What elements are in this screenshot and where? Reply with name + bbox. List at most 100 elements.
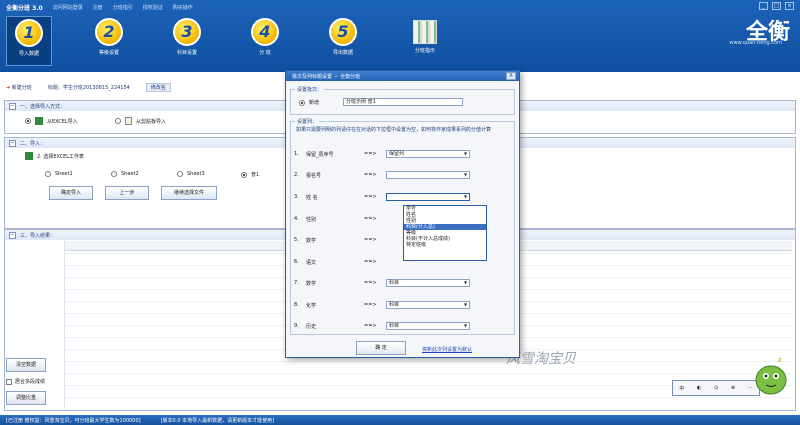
import-paste-label: 从剪贴板导入 xyxy=(136,118,167,125)
radio-sheet1[interactable] xyxy=(45,171,51,177)
tool-export[interactable]: 5 导出数据 xyxy=(320,16,366,66)
target-select-value: 科目 xyxy=(389,302,400,308)
tool-guide[interactable]: 分班指示 xyxy=(402,16,448,66)
batch-fieldset: 设置批次： 新增 分班示例 普1 xyxy=(290,86,515,115)
column-map-row: 9. 历史 ==> 科目 ▼ xyxy=(294,319,484,333)
import-buttons: 确定导入 上一步 继续选择文件 xyxy=(49,186,217,200)
source-column: 历史 xyxy=(306,323,317,330)
save-default-link[interactable]: 将新此次列设置为默认 xyxy=(422,346,472,353)
link-guide[interactable]: 分班指引 xyxy=(113,4,133,11)
add-icon[interactable]: ⊕ xyxy=(731,385,735,391)
row-number: 8. xyxy=(294,302,299,308)
sheet-option-4[interactable]: 普1 xyxy=(241,171,259,178)
target-select-value: 科目 xyxy=(389,323,400,329)
link-register[interactable]: 注册 xyxy=(93,4,103,11)
dialog-titlebar[interactable]: 批次及列标题设置 － 全衡分班 X xyxy=(286,71,519,81)
dialog-ok-button[interactable]: 确 定 xyxy=(356,341,406,355)
step-3-icon: 3 xyxy=(173,18,201,46)
target-select[interactable]: 科目 ▼ xyxy=(386,301,470,309)
import-excel-option[interactable]: 从EXCEL导入 xyxy=(25,117,78,125)
dropdown-option[interactable]: 特定班级 xyxy=(404,242,486,248)
status-right: [版本0.0 本地导入最新数据，请更新版本才能使用] xyxy=(160,417,275,424)
collapse-icon[interactable]: − xyxy=(9,102,16,110)
collapse-icon[interactable]: − xyxy=(9,231,16,239)
source-column: 报名号 xyxy=(306,172,322,179)
target-dropdown-list: 学号 姓名 性别 科目(计入总) 等级 科目(不计入总成绩) 特定班级 xyxy=(403,205,487,261)
column-map-row: 8. 化学 ==> 科目 ▼ xyxy=(294,298,484,312)
tool-split[interactable]: 4 分 班 xyxy=(242,16,288,66)
radio-sheet3[interactable] xyxy=(177,171,183,177)
row-number: 6. xyxy=(294,259,299,265)
dialog-close-button[interactable]: X xyxy=(506,72,516,80)
collapse-icon[interactable]: − xyxy=(9,139,16,147)
section-2-title: 二、导入： xyxy=(20,140,46,147)
tool-guide-label: 分班指示 xyxy=(414,48,435,54)
map-arrow: ==> xyxy=(364,237,377,243)
batch-name-input[interactable]: 分班示例 普1 xyxy=(343,98,463,106)
target-select-open[interactable]: ▼ xyxy=(386,193,470,201)
minimize-button[interactable]: _ xyxy=(759,2,768,10)
radio-excel[interactable] xyxy=(25,118,31,124)
sheet-option-3[interactable]: Sheet3 xyxy=(177,171,205,177)
svg-text:z: z xyxy=(778,356,782,364)
sheet-option-1[interactable]: Sheet1 xyxy=(45,171,73,177)
tool-grade[interactable]: 2 等级设置 xyxy=(86,16,132,66)
link-purchase[interactable]: 购买操作 xyxy=(173,4,193,11)
multi-score-option[interactable]: 居合多段成绩 xyxy=(6,378,46,385)
app-window: 全衡分班 3.0 访问网站登录 注册 分班指引 授权验证 购买操作 _ □ × … xyxy=(0,0,800,425)
clear-data-button[interactable]: 清空数据 xyxy=(6,358,46,372)
row-number: 7. xyxy=(294,280,299,286)
sheet-option-2[interactable]: Sheet2 xyxy=(111,171,139,177)
batch-new-option[interactable]: 新增 xyxy=(299,99,319,106)
source-column: 语文 xyxy=(306,259,317,266)
dialog-title: 批次及列标题设置 － 全衡分班 xyxy=(292,73,361,80)
maximize-button[interactable]: □ xyxy=(772,2,781,10)
tool-subject-label: 科目设置 xyxy=(176,50,197,56)
step-1-icon: 1 xyxy=(15,19,43,47)
link-auth[interactable]: 授权验证 xyxy=(143,4,163,11)
settings-icon[interactable]: ⊙ xyxy=(714,385,718,391)
excel-icon xyxy=(35,117,43,125)
target-select[interactable]: ▼ xyxy=(386,171,470,179)
target-select[interactable]: 保留列 ▼ xyxy=(386,150,470,158)
radio-sheet2[interactable] xyxy=(111,171,117,177)
close-button[interactable]: × xyxy=(785,2,794,10)
target-select[interactable]: 科目 ▼ xyxy=(386,322,470,330)
step-4-icon: 4 xyxy=(251,18,279,46)
choose-sheet-step: 2. 选择EXCEL工作表 xyxy=(25,152,84,160)
sheet1-label: Sheet1 xyxy=(55,171,73,177)
new-batch-label: 新建分班 xyxy=(11,84,32,91)
map-arrow: ==> xyxy=(364,323,377,329)
left-tools: 清空数据 居合多段成绩 调整比重 xyxy=(6,358,46,405)
new-batch-link[interactable]: ➜ 新建分班 xyxy=(6,84,32,91)
adjust-weight-button[interactable]: 调整比重 xyxy=(6,391,46,405)
confirm-import-button[interactable]: 确定导入 xyxy=(49,186,93,200)
tool-import[interactable]: 1 导入数据 xyxy=(6,16,52,66)
target-select-value: 保留列 xyxy=(389,151,405,157)
import-paste-option[interactable]: 从剪贴板导入 xyxy=(115,117,166,125)
sheet3-label: Sheet3 xyxy=(187,171,205,177)
radio-new-batch[interactable] xyxy=(299,99,305,106)
column-legend: 设置列： xyxy=(295,118,320,125)
row-number: 2. xyxy=(294,172,299,178)
column-map-row: 3. 姓 名 ==> ▼ xyxy=(294,190,484,204)
batch-legend: 设置批次： xyxy=(295,86,325,93)
map-arrow: ==> xyxy=(364,172,377,178)
link-login[interactable]: 访问网站登录 xyxy=(53,4,83,11)
radio-paste[interactable] xyxy=(115,118,121,124)
choose-file-button[interactable]: 继续选择文件 xyxy=(161,186,217,200)
step-2-icon: 2 xyxy=(95,18,123,46)
tool-split-label: 分 班 xyxy=(259,50,271,56)
brand-url: www.quan-heng.com xyxy=(729,40,782,46)
target-select[interactable]: 科目 ▼ xyxy=(386,279,470,287)
radio-sheet4[interactable] xyxy=(241,171,247,178)
excel-icon xyxy=(25,152,33,160)
multi-score-checkbox[interactable] xyxy=(6,378,12,385)
lang-icon[interactable]: 中 xyxy=(679,385,684,392)
tool-subject[interactable]: 3 科目设置 xyxy=(164,16,210,66)
previous-step-button[interactable]: 上一步 xyxy=(105,186,149,200)
moon-icon[interactable]: ◐ xyxy=(697,385,701,391)
rename-button[interactable]: 修改名 xyxy=(145,82,171,92)
tool-import-label: 导入数据 xyxy=(18,51,39,57)
map-arrow: ==> xyxy=(364,151,377,157)
